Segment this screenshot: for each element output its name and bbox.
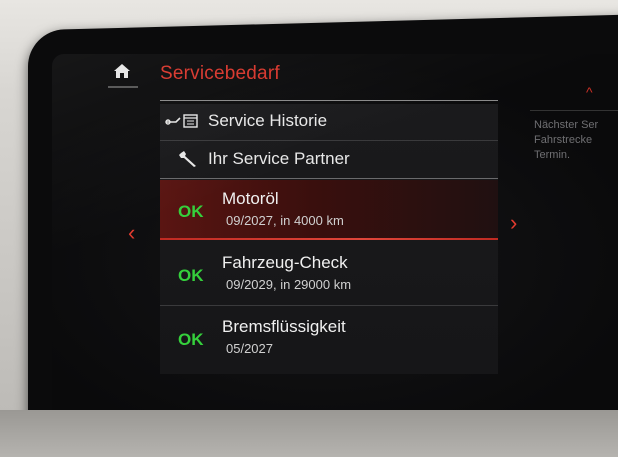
service-item-bremsfluessigkeit[interactable]: OK Bremsflüssigkeit 05/2027 (160, 308, 498, 368)
info-line: Nächster Ser (534, 119, 599, 131)
menu-item-service-partner[interactable]: Ihr Service Partner (160, 142, 498, 176)
status-ok-label: OK (178, 330, 204, 349)
home-underline (108, 86, 138, 88)
dashboard-trim (0, 410, 618, 457)
service-name: Motoröl (222, 189, 279, 208)
chevron-left-icon[interactable]: ‹ (128, 222, 135, 244)
menu-item-service-history[interactable]: Service Historie (160, 104, 498, 138)
service-name: Bremsflüssigkeit (222, 317, 346, 336)
home-button[interactable] (108, 60, 136, 82)
service-menu: Service Historie Ihr Service Partner OK … (160, 104, 498, 374)
photo-frame: Servicebedarf ^ Service Historie Ihr Ser… (0, 0, 618, 457)
service-item-fahrzeug-check[interactable]: OK Fahrzeug-Check 09/2029, in 29000 km (160, 244, 498, 304)
menu-divider (160, 140, 498, 141)
info-line: Fahrstrecke (534, 134, 593, 146)
title-divider (160, 100, 498, 101)
page-title: Servicebedarf (160, 63, 280, 84)
service-due: 09/2027, in 4000 km (226, 213, 344, 228)
info-divider (530, 110, 618, 111)
info-line: Termin. (534, 149, 571, 161)
status-ok-label: OK (178, 266, 204, 285)
menu-item-label: Service Historie (208, 111, 328, 130)
wrench-icon (160, 150, 200, 168)
service-due: 09/2029, in 29000 km (226, 277, 352, 292)
service-item-motoroel[interactable]: OK Motoröl 09/2027, in 4000 km (160, 180, 498, 240)
service-due: 05/2027 (226, 341, 273, 356)
status-ok-label: OK (178, 202, 204, 221)
menu-item-label: Ihr Service Partner (208, 149, 350, 168)
menu-divider (160, 178, 498, 179)
next-service-info: Nächster Ser Fahrstrecke Termin. (534, 118, 618, 163)
home-icon (114, 64, 130, 78)
service-history-icon (160, 113, 200, 129)
menu-divider (160, 305, 498, 306)
idrive-screen: Servicebedarf ^ Service Historie Ihr Ser… (52, 54, 618, 424)
chevron-up-icon[interactable]: ^ (586, 84, 593, 100)
service-name: Fahrzeug-Check (222, 253, 348, 272)
chevron-right-icon[interactable]: › (510, 212, 517, 234)
